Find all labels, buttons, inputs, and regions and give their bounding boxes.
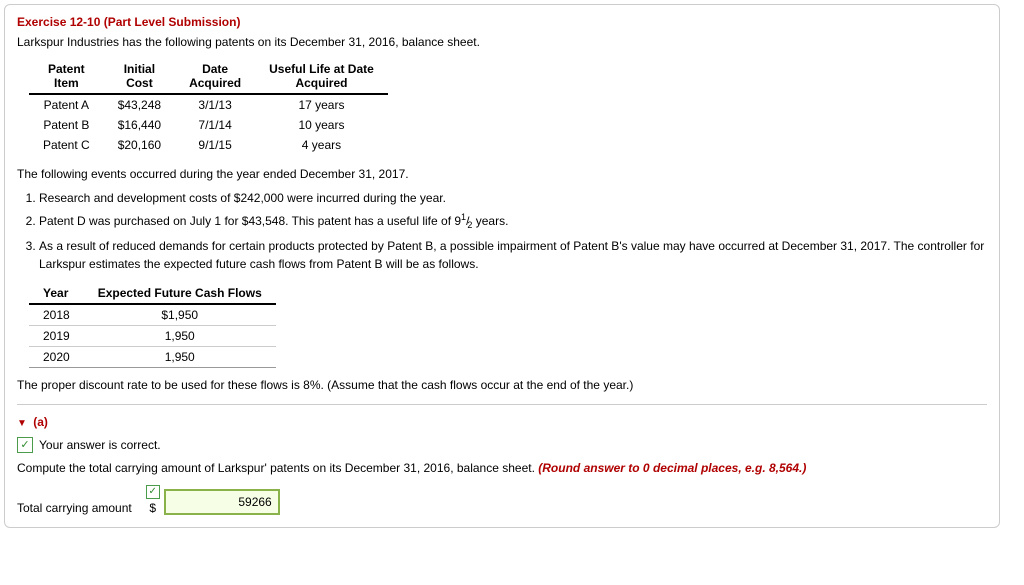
fraction: 1/2 <box>461 214 472 228</box>
table-row: Patent B $16,440 7/1/14 10 years <box>29 115 388 135</box>
cell: 2018 <box>29 304 84 326</box>
total-carrying-amount-input[interactable] <box>164 489 280 515</box>
events-intro: The following events occurred during the… <box>17 167 987 181</box>
intro-text: Larkspur Industries has the following pa… <box>17 35 987 49</box>
col-initial-cost: InitialCost <box>104 59 175 94</box>
cell: 7/1/14 <box>175 115 255 135</box>
table-row: Patent A $43,248 3/1/13 17 years <box>29 94 388 115</box>
correct-text: Your answer is correct. <box>39 438 161 452</box>
discount-note: The proper discount rate to be used for … <box>17 378 987 392</box>
table-row: 2019 1,950 <box>29 325 276 346</box>
cell: 10 years <box>255 115 388 135</box>
table-row: 2020 1,950 <box>29 346 276 367</box>
part-a-toggle[interactable]: ▼ (a) <box>17 415 987 429</box>
triangle-down-icon: ▼ <box>17 418 27 429</box>
list-item: As a result of reduced demands for certa… <box>39 237 987 273</box>
list-item: Research and development costs of $242,0… <box>39 189 987 207</box>
check-icon: ✓ <box>17 437 33 453</box>
list-item: Patent D was purchased on July 1 for $43… <box>39 211 987 233</box>
currency-symbol: $ <box>149 501 156 515</box>
col-useful-life: Useful Life at DateAcquired <box>255 59 388 94</box>
cell: 4 years <box>255 135 388 155</box>
part-a-label: (a) <box>33 415 48 429</box>
round-note: (Round answer to 0 decimal places, e.g. … <box>538 461 806 475</box>
cell: 17 years <box>255 94 388 115</box>
patents-table: PatentItem InitialCost DateAcquired Usef… <box>29 59 388 155</box>
events-list: Research and development costs of $242,0… <box>17 189 987 273</box>
part-a-instruction: Compute the total carrying amount of Lar… <box>17 461 987 475</box>
cashflows-table: Year Expected Future Cash Flows 2018 $1,… <box>29 283 276 368</box>
cell: 9/1/15 <box>175 135 255 155</box>
col-flows: Expected Future Cash Flows <box>84 283 276 304</box>
cell: $16,440 <box>104 115 175 135</box>
cell: Patent A <box>29 94 104 115</box>
col-patent-item: PatentItem <box>29 59 104 94</box>
cell: 1,950 <box>84 346 276 367</box>
divider <box>17 404 987 405</box>
cell: 2020 <box>29 346 84 367</box>
cell: 2019 <box>29 325 84 346</box>
cell: Patent B <box>29 115 104 135</box>
answer-row: Total carrying amount ✓ $ <box>17 485 987 515</box>
table-row: 2018 $1,950 <box>29 304 276 326</box>
answer-label: Total carrying amount <box>17 501 132 515</box>
exercise-title: Exercise 12-10 (Part Level Submission) <box>17 15 987 29</box>
col-date-acquired: DateAcquired <box>175 59 255 94</box>
col-year: Year <box>29 283 84 304</box>
correct-feedback: ✓ Your answer is correct. <box>17 437 987 453</box>
cell: 3/1/13 <box>175 94 255 115</box>
cell: Patent C <box>29 135 104 155</box>
cell: $1,950 <box>84 304 276 326</box>
table-row: Patent C $20,160 9/1/15 4 years <box>29 135 388 155</box>
cell: $43,248 <box>104 94 175 115</box>
cell: 1,950 <box>84 325 276 346</box>
check-icon: ✓ <box>146 485 160 499</box>
cell: $20,160 <box>104 135 175 155</box>
exercise-panel: Exercise 12-10 (Part Level Submission) L… <box>4 4 1000 528</box>
